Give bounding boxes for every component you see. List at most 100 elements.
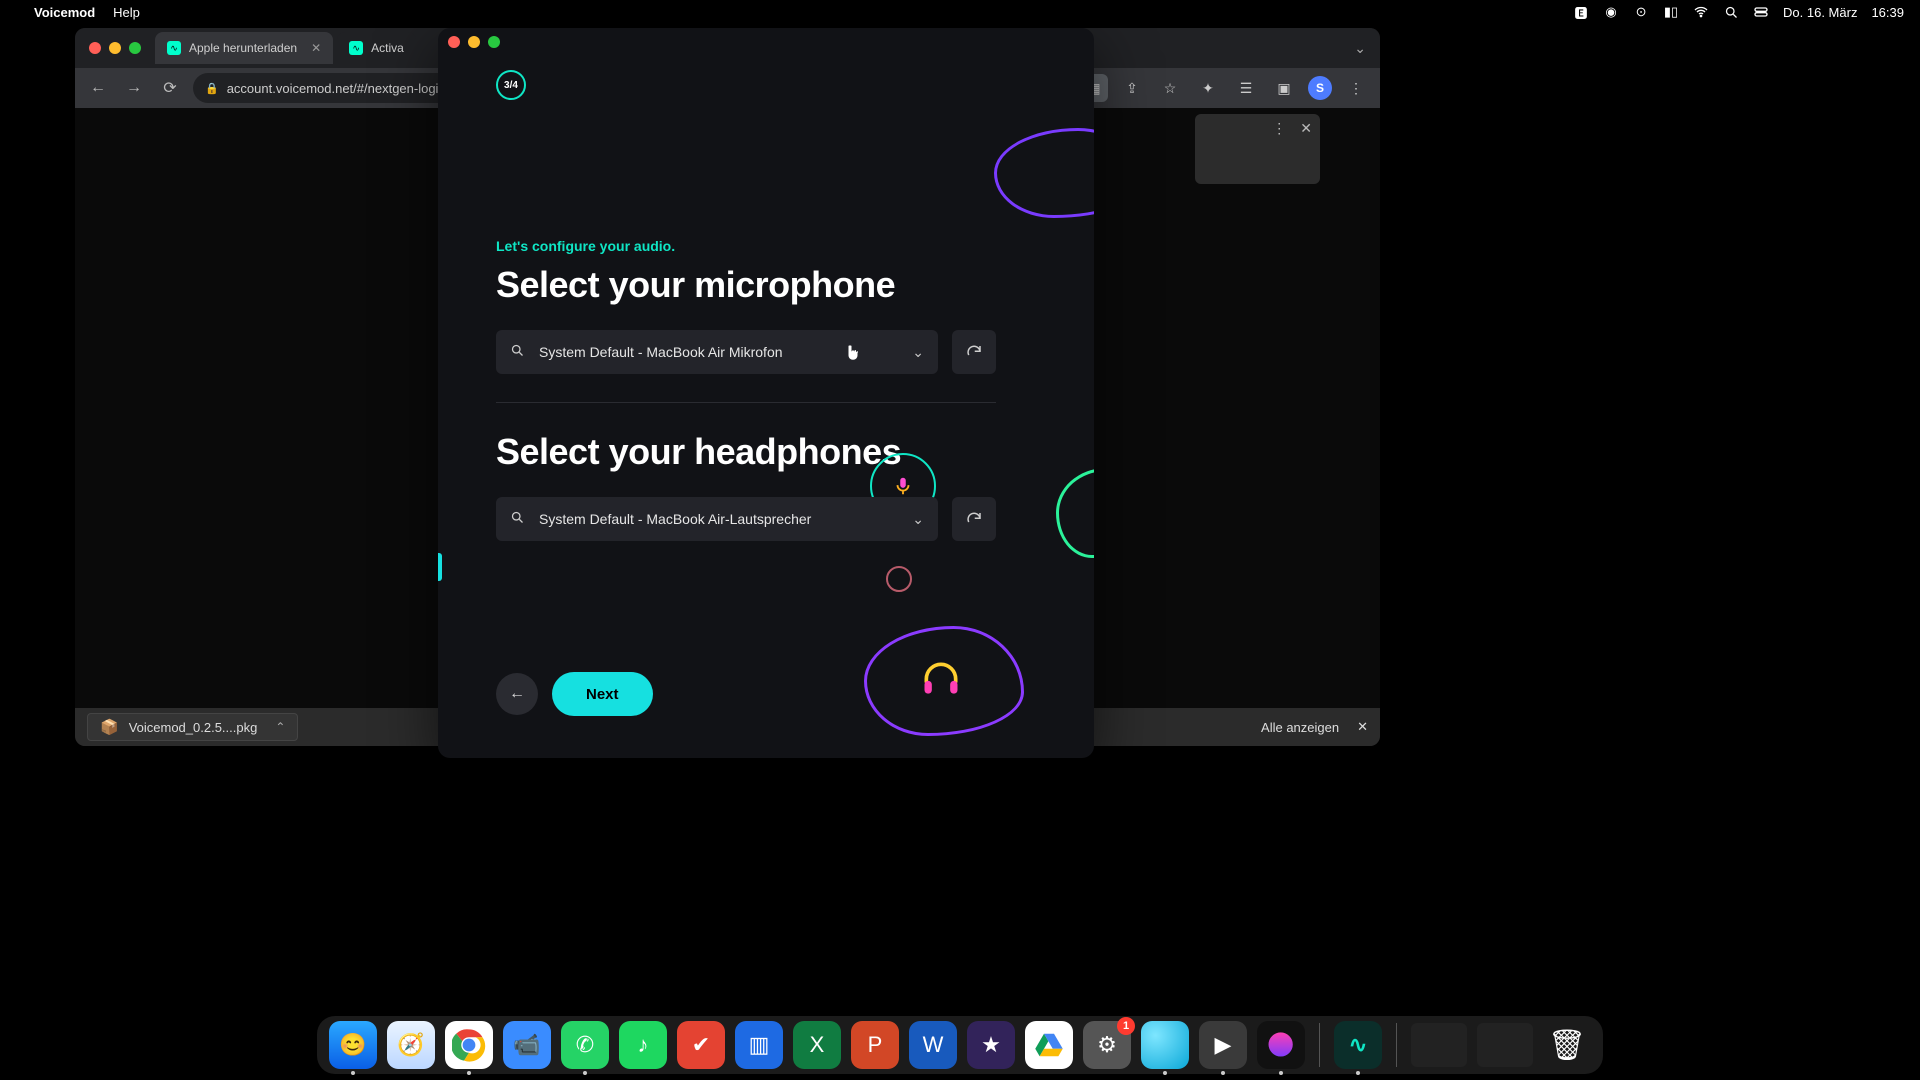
tab-favicon: ∿ <box>349 41 363 55</box>
tab-title: Apple herunterladen <box>189 41 297 55</box>
microphone-select[interactable]: System Default - MacBook Air Mikrofon ⌄ <box>496 330 938 374</box>
dock-trash[interactable]: 🗑 <box>1543 1021 1591 1069</box>
headphones-blob <box>864 626 1024 736</box>
menubar-time[interactable]: 16:39 <box>1871 5 1904 20</box>
voicemod-window: 3/4 Let's configure your audio. Select y… <box>438 28 1094 758</box>
bookmark-star-icon[interactable]: ☆ <box>1156 74 1184 102</box>
package-icon: 📦 <box>100 718 119 736</box>
url-text: account.voicemod.net/#/nextgen-login <box>227 81 446 96</box>
step-indicator: 3/4 <box>496 70 526 100</box>
reading-list-icon[interactable]: ☰ <box>1232 74 1260 102</box>
tabstrip-caret-icon[interactable]: ⌄ <box>1354 40 1366 57</box>
dock-app-voicemod[interactable]: ∿ <box>1334 1021 1382 1069</box>
mac-menubar: Voicemod Help 🅴 ◉ ⊙ ▮▯ Do. 16. März 16:3… <box>0 0 1920 24</box>
decorative-blob <box>994 128 1094 218</box>
chevron-down-icon: ⌄ <box>912 344 924 361</box>
reload-button[interactable]: ⟳ <box>157 75 183 101</box>
badge-count: 1 <box>1117 1017 1135 1035</box>
sidepanel-icon[interactable]: ▣ <box>1270 74 1298 102</box>
popup-close-icon[interactable]: ✕ <box>1300 120 1312 137</box>
refresh-icon <box>965 343 983 361</box>
minimize-window-icon[interactable] <box>109 42 121 54</box>
dock-app-generic-blue[interactable] <box>1141 1021 1189 1069</box>
dock-app-spotify[interactable]: ♪ <box>619 1021 667 1069</box>
minimize-window-icon[interactable] <box>468 36 480 48</box>
share-icon[interactable]: ⇪ <box>1118 74 1146 102</box>
headphones-select-value: System Default - MacBook Air-Lautspreche… <box>539 511 811 527</box>
dock-app-voicemod-rec[interactable]: ♒ <box>1257 1021 1305 1069</box>
control-center-icon[interactable] <box>1753 4 1769 20</box>
tab-close-icon[interactable]: ✕ <box>311 41 321 55</box>
dock-app-whatsapp[interactable]: ✆ <box>561 1021 609 1069</box>
decorative-blob <box>1056 468 1094 558</box>
dock-app-chrome[interactable] <box>445 1021 493 1069</box>
fullscreen-window-icon[interactable] <box>488 36 500 48</box>
dock-app-powerpoint[interactable]: P <box>851 1021 899 1069</box>
microphone-refresh-button[interactable] <box>952 330 996 374</box>
pointer-cursor-icon <box>844 344 862 362</box>
chrome-menu-icon[interactable]: ⋮ <box>1342 74 1370 102</box>
chevron-up-icon[interactable]: ⌃ <box>275 720 285 734</box>
next-button[interactable]: Next <box>552 672 653 716</box>
back-button[interactable]: ← <box>496 673 538 715</box>
dock-app-trello[interactable]: ▥ <box>735 1021 783 1069</box>
close-window-icon[interactable] <box>448 36 460 48</box>
extensions-icon[interactable]: ✦ <box>1194 74 1222 102</box>
dock-stack-2[interactable] <box>1477 1023 1533 1067</box>
headphones-refresh-button[interactable] <box>952 497 996 541</box>
profile-avatar[interactable]: S <box>1308 76 1332 100</box>
headphones-icon <box>919 657 963 701</box>
chrome-traffic-lights[interactable] <box>75 42 155 54</box>
dock-app-googledrive[interactable] <box>1025 1021 1073 1069</box>
voicemod-traffic-lights[interactable] <box>448 36 500 48</box>
microphone-heading: Select your microphone <box>496 264 996 306</box>
section-divider <box>496 402 996 403</box>
menubar-app-name[interactable]: Voicemod <box>34 5 95 20</box>
browser-tab-1[interactable]: ∿ Apple herunterladen ✕ <box>155 32 333 64</box>
dock-app-settings[interactable]: ⚙1 <box>1083 1021 1131 1069</box>
tab-title: Activa <box>371 41 404 55</box>
headphones-select[interactable]: System Default - MacBook Air-Lautspreche… <box>496 497 938 541</box>
dock-app-word[interactable]: W <box>909 1021 957 1069</box>
tab-favicon: ∿ <box>167 41 181 55</box>
arrow-left-icon: ← <box>509 685 525 703</box>
show-all-downloads[interactable]: Alle anzeigen <box>1261 720 1339 735</box>
dock-app-quicktime[interactable]: ▶ <box>1199 1021 1247 1069</box>
microphone-select-value: System Default - MacBook Air Mikrofon <box>539 344 783 360</box>
spotlight-icon[interactable] <box>1723 4 1739 20</box>
decorative-square <box>438 553 442 581</box>
dock-app-todoist[interactable]: ✔ <box>677 1021 725 1069</box>
decorative-circle <box>886 566 912 592</box>
battery-icon[interactable]: ▮▯ <box>1663 4 1679 20</box>
dock-app-safari[interactable]: 🧭 <box>387 1021 435 1069</box>
search-icon <box>510 510 525 528</box>
back-button[interactable]: ← <box>85 75 111 101</box>
download-chip[interactable]: 📦 Voicemod_0.2.5....pkg ⌃ <box>87 713 298 741</box>
dock-app-imovie[interactable]: ★ <box>967 1021 1015 1069</box>
menubar-date[interactable]: Do. 16. März <box>1783 5 1857 20</box>
refresh-icon <box>965 510 983 528</box>
chevron-down-icon: ⌄ <box>912 511 924 528</box>
wifi-icon[interactable] <box>1693 4 1709 20</box>
lead-text: Let's configure your audio. <box>496 238 996 254</box>
popup-menu-icon[interactable]: ⋮ <box>1272 120 1286 137</box>
dock-app-excel[interactable]: X <box>793 1021 841 1069</box>
menubar-help[interactable]: Help <box>113 5 140 20</box>
dock-app-zoom[interactable]: 📹 <box>503 1021 551 1069</box>
input-source-icon[interactable]: 🅴 <box>1573 4 1589 20</box>
downloads-popup: ⋮ ✕ <box>1195 114 1320 184</box>
dock-separator <box>1319 1023 1320 1067</box>
fullscreen-window-icon[interactable] <box>129 42 141 54</box>
downloads-bar-close-icon[interactable]: ✕ <box>1357 719 1368 735</box>
search-icon <box>510 343 525 361</box>
dock-stack-1[interactable] <box>1411 1023 1467 1067</box>
browser-tab-2[interactable]: ∿ Activa <box>337 32 416 64</box>
dock: 😊 🧭 📹 ✆ ♪ ✔ ▥ X P W ★ ⚙1 ▶ ♒ ∿ 🗑 <box>317 1016 1603 1074</box>
record-icon[interactable]: ◉ <box>1603 4 1619 20</box>
close-window-icon[interactable] <box>89 42 101 54</box>
dock-separator <box>1396 1023 1397 1067</box>
dock-app-finder[interactable]: 😊 <box>329 1021 377 1069</box>
playback-icon[interactable]: ⊙ <box>1633 4 1649 20</box>
download-filename: Voicemod_0.2.5....pkg <box>129 720 258 735</box>
forward-button[interactable]: → <box>121 75 147 101</box>
